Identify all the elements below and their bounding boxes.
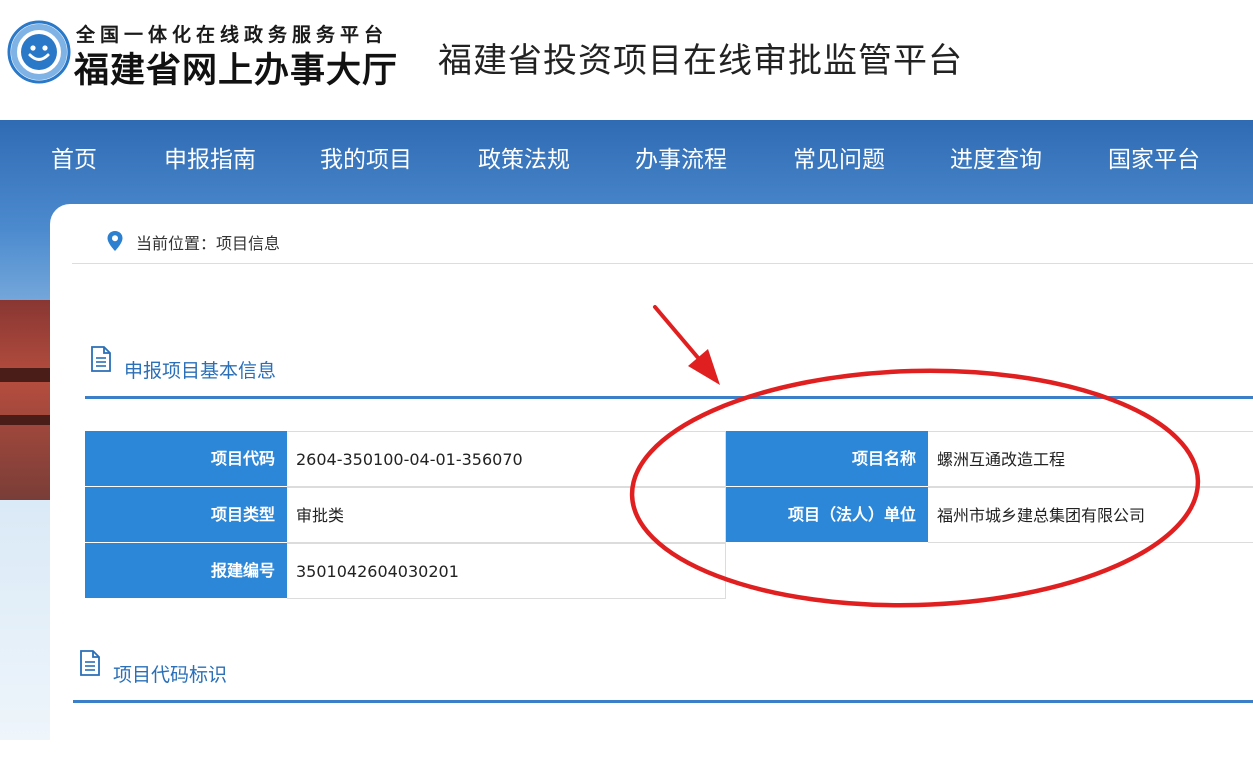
main-nav: 首页 申报指南 我的项目 政策法规 办事流程 常见问题 进度查询 国家平台 [0, 120, 1253, 192]
project-type-label: 项目类型 [85, 487, 287, 543]
site-header: 全国一体化在线政务服务平台 福建省网上办事大厅 福建省投资项目在线审批监管平台 [0, 0, 1253, 120]
nav-item-my-projects[interactable]: 我的项目 [320, 140, 412, 174]
section-code-id-header [73, 650, 1253, 703]
nav-item-faq[interactable]: 常见问题 [793, 140, 885, 174]
legal-unit-value: 福州市城乡建总集团有限公司 [928, 487, 1253, 543]
nav-item-guide[interactable]: 申报指南 [164, 140, 256, 174]
smiley-logo-icon [7, 20, 71, 84]
nav-item-home[interactable]: 首页 [51, 140, 97, 174]
content-panel: 当前位置：项目信息 申报项目基本信息 项目代码 2604-350100-04-0… [50, 204, 1253, 764]
nav-item-policies[interactable]: 政策法规 [478, 140, 570, 174]
section-basic-info-title: 申报项目基本信息 [124, 360, 277, 382]
filing-number-label: 报建编号 [85, 543, 287, 599]
nav-item-national-platform[interactable]: 国家平台 [1108, 140, 1200, 174]
basic-info-table: 项目代码 2604-350100-04-01-356070 项目名称 螺洲互通改… [85, 431, 1253, 601]
location-pin-icon [107, 231, 123, 251]
project-code-value: 2604-350100-04-01-356070 [287, 431, 726, 487]
nav-item-progress[interactable]: 进度查询 [950, 140, 1042, 174]
platform-title: 福建省投资项目在线审批监管平台 [438, 41, 963, 81]
project-type-value: 审批类 [287, 487, 726, 543]
document-icon [91, 346, 111, 372]
document-icon [80, 650, 100, 676]
nav-item-process[interactable]: 办事流程 [635, 140, 727, 174]
section-code-id-title: 项目代码标识 [113, 664, 228, 686]
project-code-label: 项目代码 [85, 431, 287, 487]
breadcrumb-text: 当前位置：项目信息 [136, 234, 281, 253]
project-name-label: 项目名称 [726, 431, 928, 487]
filing-number-value: 3501042604030201 [287, 543, 726, 599]
logo-title[interactable]: 福建省网上办事大厅 [74, 42, 398, 93]
legal-unit-label: 项目（法人）单位 [726, 487, 928, 543]
project-name-value: 螺洲互通改造工程 [928, 431, 1253, 487]
